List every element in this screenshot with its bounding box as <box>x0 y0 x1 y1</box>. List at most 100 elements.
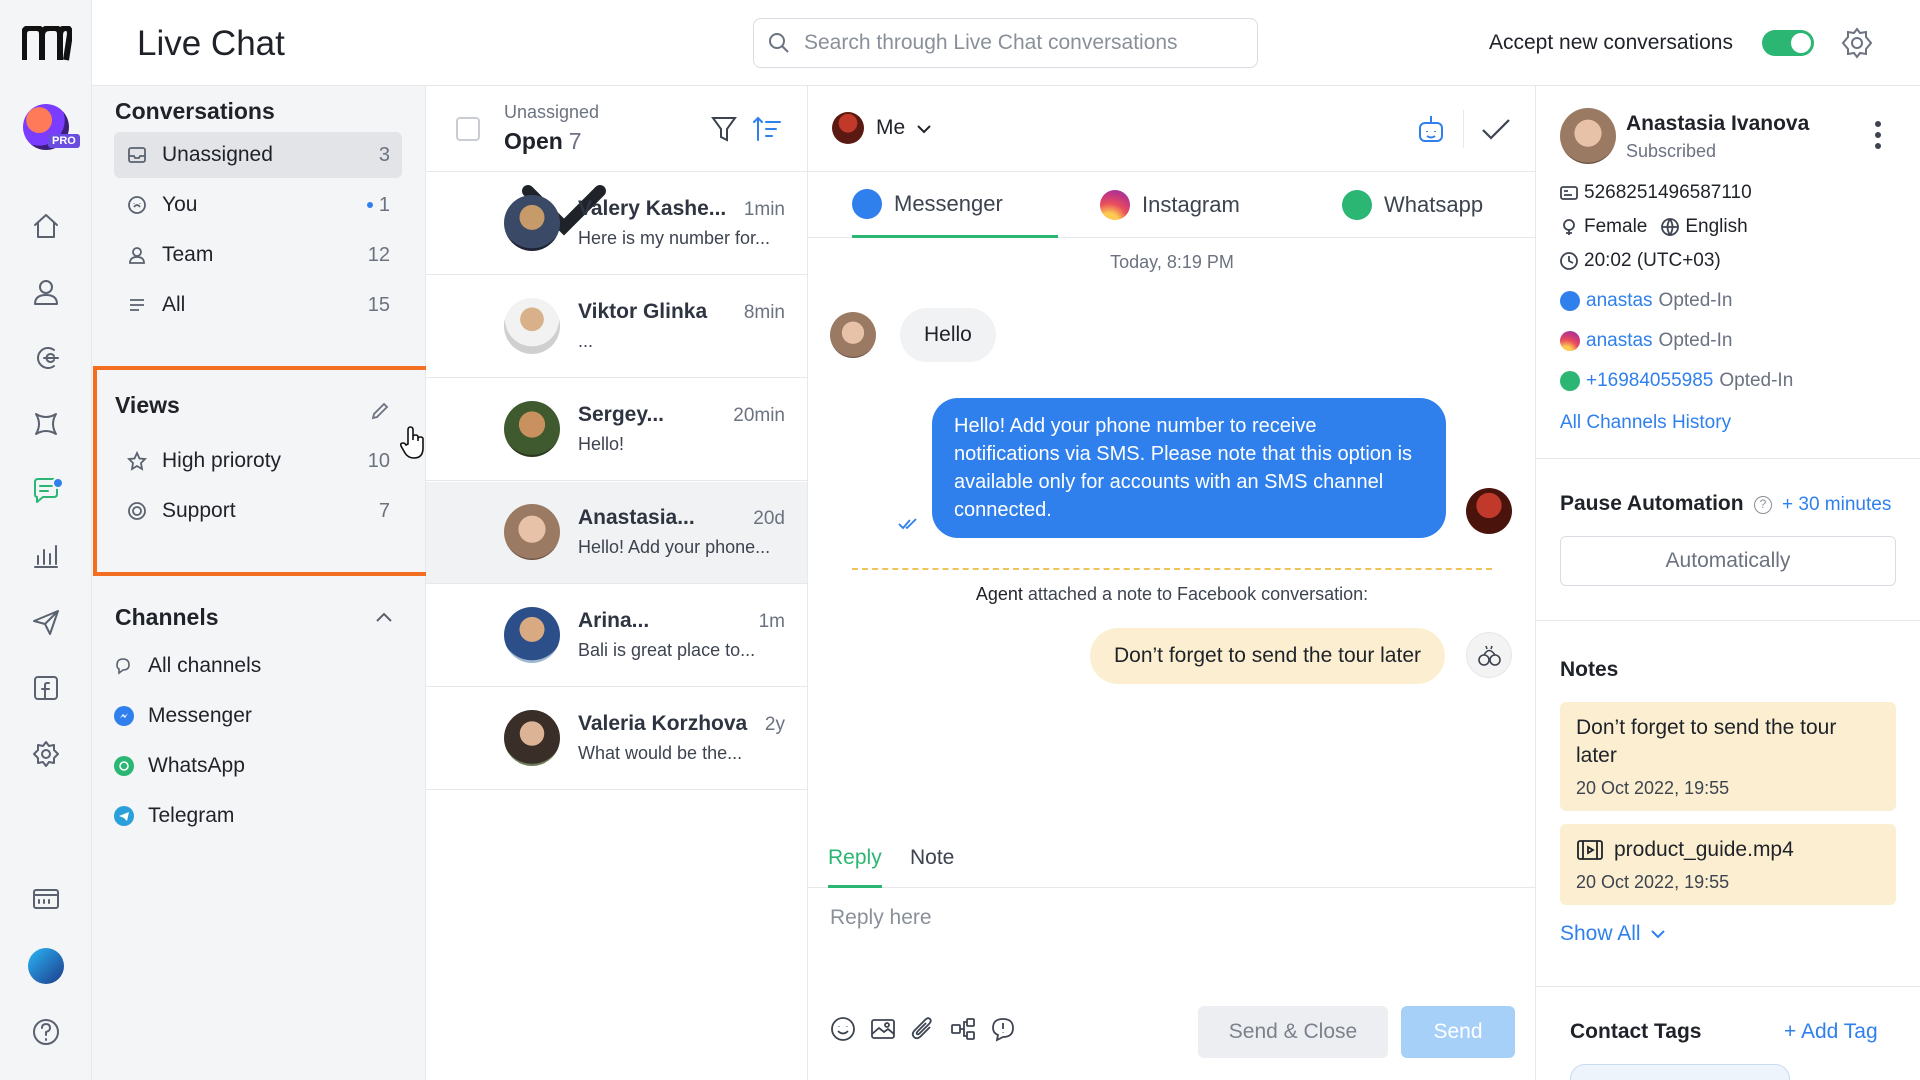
pause-automation-select[interactable]: Automatically <box>1560 536 1896 586</box>
channel-messenger[interactable]: Messenger <box>114 704 252 728</box>
chat-settings-icon[interactable] <box>1840 26 1874 60</box>
channel-label: All channels <box>148 654 262 677</box>
search-input[interactable] <box>804 31 1244 55</box>
tab-whatsapp[interactable]: Whatsapp <box>1342 172 1483 238</box>
automation-icon[interactable] <box>28 340 64 376</box>
image-icon[interactable] <box>870 1016 898 1044</box>
analytics-icon[interactable] <box>28 538 64 574</box>
note-card-file[interactable]: product_guide.mp4 20 Oct 2022, 19:55 <box>1560 824 1896 905</box>
assignee-dropdown[interactable]: Me <box>876 116 905 140</box>
conversations-heading: Conversations <box>115 98 275 124</box>
folder-label: Unassigned <box>162 143 273 166</box>
status-filter-count: 7 <box>568 128 582 154</box>
contact-gender: Female <box>1584 216 1648 237</box>
quick-reply-icon[interactable] <box>990 1016 1018 1044</box>
select-all-checkbox[interactable] <box>456 117 480 141</box>
filter-icon[interactable] <box>710 114 738 144</box>
views-heading: Views <box>115 392 180 418</box>
folder-all[interactable]: All 15 <box>114 282 402 328</box>
channels-heading: Channels <box>115 604 219 630</box>
clock-icon <box>1560 252 1578 270</box>
chevron-down-icon[interactable] <box>914 119 934 139</box>
conversation-item[interactable]: Valeria Korzhova 2y What would be the... <box>426 688 807 790</box>
help-icon[interactable] <box>28 1014 64 1050</box>
conversation-item[interactable]: Sergey... 20min Hello! <box>426 379 807 481</box>
collapse-channels-icon[interactable] <box>372 606 396 630</box>
accept-conversations-toggle[interactable] <box>1762 30 1814 56</box>
send-button[interactable]: Send <box>1401 1006 1515 1058</box>
pause-30-minutes-link[interactable]: + 30 minutes <box>1782 494 1891 516</box>
facebook-page-icon[interactable] <box>28 670 64 706</box>
bot-avatar-icon <box>1478 645 1501 666</box>
note-file-row: product_guide.mp4 <box>1576 836 1880 864</box>
reply-tabs: Reply Note <box>808 836 1536 888</box>
folder-unassigned[interactable]: Unassigned 3 <box>114 132 402 178</box>
close-conversation-check-icon[interactable] <box>1480 114 1512 144</box>
conversation-item[interactable]: Viktor Glinka 8min ... <box>426 276 807 378</box>
contact-channel-whatsapp[interactable]: +16984055985 Opted-In <box>1560 370 1793 392</box>
home-icon[interactable] <box>28 208 64 244</box>
more-options-icon[interactable] <box>1874 120 1882 150</box>
you-icon <box>126 194 148 216</box>
view-support[interactable]: Support 7 <box>114 488 402 534</box>
contact-channel-messenger[interactable]: anastas Opted-In <box>1560 290 1732 312</box>
search-icon <box>769 33 789 53</box>
top-header: Live Chat Accept new conversations <box>92 0 1920 86</box>
folder-count: 1 <box>378 193 390 216</box>
search-box[interactable] <box>753 18 1258 68</box>
tab-label: Messenger <box>894 190 1003 216</box>
channel-whatsapp[interactable]: WhatsApp <box>114 754 245 778</box>
contact-channel-instagram[interactable]: anastas Opted-In <box>1560 330 1732 352</box>
settings-icon[interactable] <box>28 736 64 772</box>
team-icon <box>126 244 148 266</box>
contact-id-row: 5268251496587110 <box>1560 182 1752 204</box>
view-count: 10 <box>367 449 390 472</box>
avatar <box>504 504 560 560</box>
status-filter-label: Open <box>504 128 563 154</box>
channel-telegram[interactable]: Telegram <box>114 804 234 828</box>
reply-input[interactable] <box>830 906 1510 996</box>
help-question-icon[interactable]: ? <box>1754 496 1772 514</box>
channel-status: Opted-In <box>1658 330 1733 351</box>
broadcast-icon[interactable] <box>28 604 64 640</box>
channel-all[interactable]: All channels <box>114 654 261 678</box>
pro-badge: PRO <box>48 134 80 148</box>
sort-icon[interactable] <box>752 114 782 144</box>
conversation-item[interactable]: Arina... 1m Bali is great place to... <box>426 585 807 687</box>
conversation-time: 8min <box>743 302 785 323</box>
assignee-avatar <box>832 112 864 144</box>
emoji-icon[interactable] <box>830 1016 858 1044</box>
hand-cursor-icon <box>399 426 424 459</box>
attachment-icon[interactable] <box>910 1016 938 1044</box>
integrations-icon[interactable] <box>28 406 64 442</box>
toolbar-divider <box>1463 110 1464 148</box>
show-all-notes-link[interactable]: Show All <box>1560 922 1667 946</box>
all-channels-history-link[interactable]: All Channels History <box>1560 412 1731 434</box>
brand-icon[interactable] <box>28 948 64 984</box>
conversation-item-selected[interactable]: Anastasia... 20d Hello! Add your phone..… <box>426 482 807 584</box>
conversation-name: Arina... <box>578 609 650 632</box>
folder-you[interactable]: You 1 <box>114 182 402 228</box>
tab-instagram[interactable]: Instagram <box>1100 172 1240 238</box>
conversation-list: Unassigned Open 7 Valery Kashe... 1min He… <box>426 86 808 1080</box>
tag-chip[interactable] <box>1570 1064 1790 1080</box>
avatar <box>504 298 560 354</box>
show-all-label: Show All <box>1560 922 1641 945</box>
bot-icon[interactable] <box>1414 112 1448 146</box>
conversation-item[interactable]: Valery Kashe... 1min Here is my number f… <box>426 173 807 275</box>
view-high-priority[interactable]: High prioroty 10 <box>114 438 402 484</box>
contacts-icon[interactable] <box>28 274 64 310</box>
note-card[interactable]: Don’t forget to send the tour later 20 O… <box>1560 702 1896 811</box>
billing-icon[interactable] <box>28 880 64 916</box>
add-tag-link[interactable]: + Add Tag <box>1784 1020 1878 1044</box>
folder-team[interactable]: Team 12 <box>114 232 402 278</box>
tab-messenger[interactable]: Messenger <box>852 172 1058 238</box>
channel-label: Messenger <box>148 704 252 727</box>
send-and-close-button[interactable]: Send & Close <box>1198 1006 1388 1058</box>
logo-icon[interactable] <box>22 26 72 62</box>
flow-icon[interactable] <box>950 1016 978 1044</box>
tab-reply[interactable]: Reply <box>828 846 882 888</box>
conversation-name: Sergey... <box>578 403 664 426</box>
tab-note[interactable]: Note <box>910 846 954 888</box>
edit-views-icon[interactable] <box>370 401 390 421</box>
